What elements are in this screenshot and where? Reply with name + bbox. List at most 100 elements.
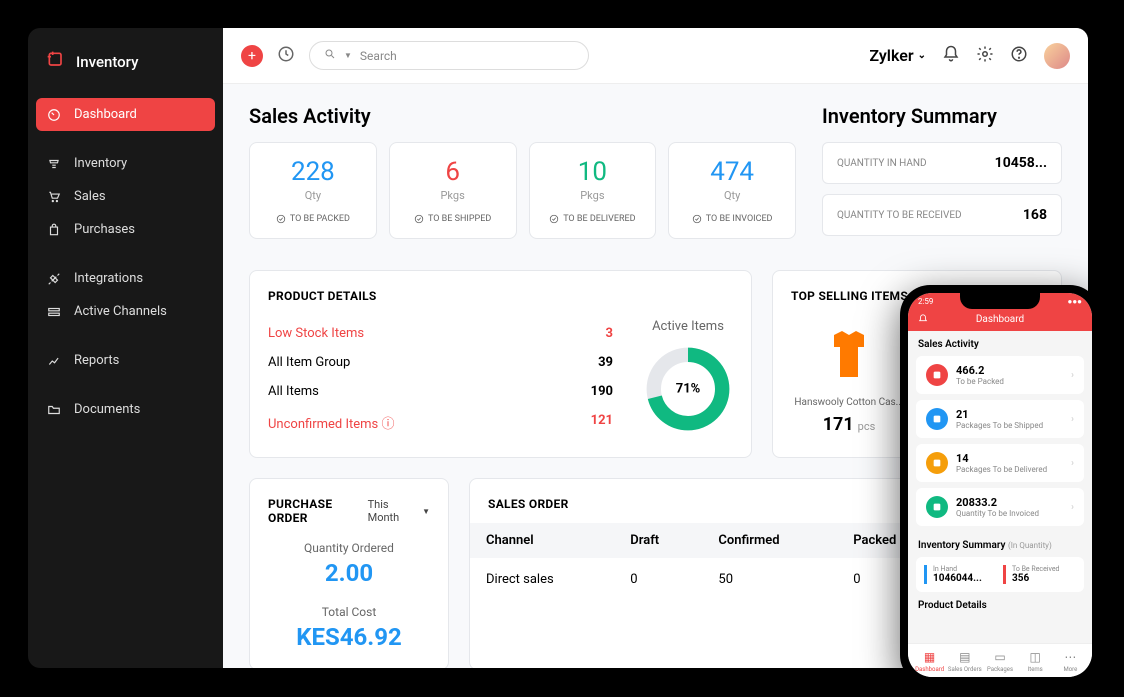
bell-icon[interactable]	[942, 45, 960, 67]
chevron-down-icon: ⌄	[918, 50, 926, 61]
bag-icon	[46, 223, 62, 237]
history-icon[interactable]	[277, 45, 295, 67]
inv-label: QUANTITY TO BE RECEIVED	[837, 210, 962, 221]
add-button[interactable]: +	[241, 45, 263, 67]
purchase-order-period-dropdown[interactable]: This Month ▼	[368, 498, 430, 524]
stat-value: 6	[398, 157, 508, 187]
caret-down-icon: ▼	[422, 507, 430, 516]
sales-activity-section: Sales Activity 228QtyTO BE PACKED6PkgsTO…	[249, 104, 796, 246]
stat-card-to-be-invoiced[interactable]: 474QtyTO BE INVOICED	[668, 142, 796, 239]
nav-label: Sales	[74, 189, 106, 204]
phone-activity-card[interactable]: 21Packages To be Shipped›	[916, 400, 1084, 438]
main-nav: Dashboard Inventory Sales Purchases Integrat…	[28, 98, 223, 440]
active-items-title: Active Items	[643, 319, 733, 334]
phone-tab-packages[interactable]: ▭Packages	[982, 650, 1017, 673]
phone-sales-activity-title: Sales Activity	[908, 331, 1092, 356]
phone-inv-value: 356	[1012, 573, 1076, 584]
phone-card-icon	[926, 452, 948, 474]
gear-icon[interactable]	[976, 45, 994, 67]
phone-card-label: To be Packed	[956, 377, 1063, 386]
nav-label: Dashboard	[74, 107, 137, 122]
phone-card-value: 466.2	[956, 364, 1063, 377]
stat-card-to-be-delivered[interactable]: 10PkgsTO BE DELIVERED	[529, 142, 657, 239]
product-details-title: PRODUCT DETAILS	[268, 289, 377, 303]
stat-label: TO BE SHIPPED	[398, 214, 508, 224]
phone-tab-items[interactable]: ◫Items	[1018, 650, 1053, 673]
sidebar-item-inventory[interactable]: Inventory	[28, 147, 223, 180]
sales-activity-title: Sales Activity	[249, 104, 796, 128]
top-selling-item[interactable]: Hanswooly Cotton Cas...171 pcs	[791, 319, 907, 435]
inventory-summary-title: Inventory Summary	[822, 104, 1062, 128]
phone-tab-icon: ▦	[912, 650, 947, 664]
phone-card-value: 14	[956, 452, 1063, 465]
folder-icon	[46, 403, 62, 417]
phone-activity-card[interactable]: 466.2To be Packed ›	[916, 356, 1084, 394]
stat-card-to-be-shipped[interactable]: 6PkgsTO BE SHIPPED	[389, 142, 517, 239]
sidebar-item-purchases[interactable]: Purchases	[28, 213, 223, 246]
pd-label: Unconfirmed Items ⓘ	[268, 413, 395, 432]
pd-value: 39	[598, 355, 613, 370]
product-image	[791, 319, 907, 389]
phone-tab-more[interactable]: ⋯More	[1053, 650, 1088, 673]
stat-value: 10	[538, 157, 648, 187]
search-icon	[324, 48, 336, 63]
sidebar-item-active-channels[interactable]: Active Channels	[28, 295, 223, 328]
nav-label: Inventory	[74, 156, 127, 171]
phone-card-icon	[926, 364, 948, 386]
chan-icon	[46, 305, 62, 319]
org-switcher[interactable]: Zylker ⌄	[869, 46, 926, 65]
phone-inv-label: In Hand	[933, 565, 997, 573]
phone-activity-card[interactable]: 20833.2Quantity To be Invoiced ›	[916, 488, 1084, 526]
info-icon: ⓘ	[381, 417, 394, 432]
sidebar-item-dashboard[interactable]: Dashboard	[36, 98, 215, 131]
chevron-right-icon: ›	[1071, 370, 1074, 381]
phone-card-value: 20833.2	[956, 496, 1063, 509]
stat-card-to-be-packed[interactable]: 228QtyTO BE PACKED	[249, 142, 377, 239]
purchase-order-period-label: This Month	[368, 498, 418, 524]
nav-label: Reports	[74, 353, 119, 368]
phone-tab-sales-orders[interactable]: ▤Sales Orders	[947, 650, 982, 673]
help-icon[interactable]	[1010, 45, 1028, 67]
phone-inv-value: 1046044...	[933, 573, 997, 584]
sidebar-item-documents[interactable]: Documents	[28, 393, 223, 426]
phone-tab-dashboard[interactable]: ▦Dashboard	[912, 650, 947, 673]
sidebar-item-reports[interactable]: Reports	[28, 344, 223, 377]
inv-icon	[46, 157, 62, 171]
phone-card-label: Packages To be Shipped	[956, 421, 1063, 430]
stat-label: TO BE PACKED	[258, 214, 368, 224]
product-detail-row[interactable]: Low Stock Items3	[268, 319, 613, 348]
dash-icon	[46, 108, 62, 122]
table-cell: Direct sales	[470, 558, 614, 601]
nav-label: Purchases	[74, 222, 135, 237]
user-avatar[interactable]	[1044, 43, 1070, 69]
chevron-right-icon: ›	[1071, 502, 1074, 513]
phone-inv-label: To Be Received	[1012, 565, 1076, 573]
cart-icon	[46, 190, 62, 204]
chevron-right-icon: ›	[1071, 414, 1074, 425]
inv-summary-row: QUANTITY TO BE RECEIVED 168	[822, 194, 1062, 236]
pd-label: Low Stock Items	[268, 326, 364, 341]
inv-value: 168	[1023, 207, 1047, 223]
phone-activity-card[interactable]: 14Packages To be Delivered›	[916, 444, 1084, 482]
inv-label: QUANTITY IN HAND	[837, 158, 927, 169]
sidebar-item-sales[interactable]: Sales	[28, 180, 223, 213]
chart-icon	[46, 354, 62, 368]
product-detail-row[interactable]: Unconfirmed Items ⓘ121	[268, 406, 613, 439]
product-detail-row[interactable]: All Item Group39	[268, 348, 613, 377]
phone-card-label: Quantity To be Invoiced	[956, 509, 1063, 518]
phone-tab-icon: ▤	[947, 650, 982, 664]
purchase-order-title: PURCHASE ORDER	[268, 497, 368, 525]
table-cell: 0	[614, 558, 702, 601]
stat-label: TO BE DELIVERED	[538, 214, 648, 224]
product-detail-row[interactable]: All Items190	[268, 377, 613, 406]
pd-label: All Items	[268, 384, 319, 399]
phone-card-label: Packages To be Delivered	[956, 465, 1063, 474]
stat-unit: Qty	[677, 189, 787, 202]
search-input[interactable]: ▼ Search	[309, 41, 589, 70]
topbar: + ▼ Search Zylker ⌄	[223, 28, 1088, 84]
phone-signal-icon: ●●●	[1068, 297, 1083, 306]
search-dropdown-icon: ▼	[344, 51, 352, 60]
purchase-order-panel: PURCHASE ORDER This Month ▼ Quantity Ord…	[249, 478, 449, 668]
sidebar-item-integrations[interactable]: Integrations	[28, 262, 223, 295]
phone-bell-icon[interactable]	[918, 314, 928, 327]
